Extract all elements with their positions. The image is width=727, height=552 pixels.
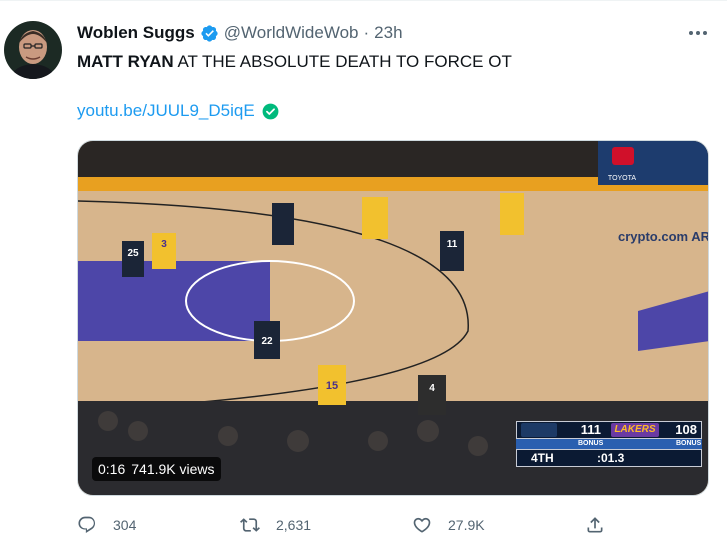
like-button[interactable]: 27.9K xyxy=(412,513,485,537)
tweet-header: Woblen Suggs @WorldWideWob · 23h xyxy=(77,23,403,43)
tweet-text-rest: AT THE ABSOLUTE DEATH TO FORCE OT xyxy=(173,52,512,71)
retweet-button[interactable]: 2,631 xyxy=(240,513,311,537)
retweet-icon xyxy=(240,518,260,532)
jersey-number: 4 xyxy=(429,383,435,394)
reply-count: 304 xyxy=(113,517,137,533)
tweet-text: MATT RYAN AT THE ABSOLUTE DEATH TO FORCE… xyxy=(77,51,512,73)
retweet-count: 2,631 xyxy=(276,517,312,533)
quarter: 4TH xyxy=(531,451,554,465)
reply-icon xyxy=(78,516,96,533)
display-name[interactable]: Woblen Suggs xyxy=(77,23,195,43)
handle[interactable]: @WorldWideWob xyxy=(224,23,359,43)
game-clock-bar: 4TH :01.3 xyxy=(516,449,702,467)
reply-button[interactable]: 304 xyxy=(77,513,136,537)
jersey-number: 11 xyxy=(447,239,458,250)
separator-dot: · xyxy=(363,23,370,42)
heart-icon xyxy=(413,517,431,533)
video-duration: 0:16 xyxy=(98,461,126,477)
video-views: 741.9K views xyxy=(131,461,215,477)
youtube-link[interactable]: youtu.be/JUUL9_D5iqE xyxy=(77,100,255,122)
bonus-bar: BONUS BONUS xyxy=(516,439,702,449)
scoreboard: 111 LAKERS 108 BONUS BONUS 4TH :01.3 xyxy=(516,421,702,469)
avatar-image xyxy=(4,21,62,79)
video-player[interactable]: TOYOTA crypto.com ARENA 3 25 22 11 xyxy=(77,140,709,496)
away-score: 108 xyxy=(675,422,697,437)
bonus-label: BONUS xyxy=(578,440,604,447)
game-clock: :01.3 xyxy=(597,451,625,465)
link-row: youtu.be/JUUL9_D5iqE xyxy=(77,100,280,122)
avatar[interactable] xyxy=(4,21,62,79)
like-count: 27.9K xyxy=(448,517,485,533)
bonus-label: BONUS xyxy=(676,440,702,447)
home-score: 111 xyxy=(580,422,601,437)
lakers-logo: LAKERS xyxy=(611,423,659,437)
arena-text: crypto.com ARENA xyxy=(618,229,709,244)
check-circle-icon xyxy=(262,103,279,119)
tweet-actions: 304 2,631 27.9K xyxy=(77,513,617,537)
jersey-number: 25 xyxy=(127,248,139,259)
tweet[interactable]: Woblen Suggs @WorldWideWob · 23h MATT RY… xyxy=(0,0,727,552)
video-duration-badge: 0:16 741.9K views xyxy=(92,457,221,481)
share-icon xyxy=(587,517,603,533)
verified-badge-icon xyxy=(201,24,218,42)
sponsor-text: TOYOTA xyxy=(608,175,636,182)
more-icon[interactable] xyxy=(686,23,710,43)
scoreboard-scores: 111 LAKERS 108 xyxy=(516,421,702,439)
timestamp[interactable]: 23h xyxy=(374,23,402,43)
pelicans-logo-icon xyxy=(521,423,557,437)
jersey-number: 15 xyxy=(326,380,338,392)
jersey-number: 3 xyxy=(161,239,167,250)
jersey-number: 22 xyxy=(261,336,273,347)
tweet-text-bold: MATT RYAN xyxy=(77,52,174,71)
share-button[interactable] xyxy=(585,513,605,537)
